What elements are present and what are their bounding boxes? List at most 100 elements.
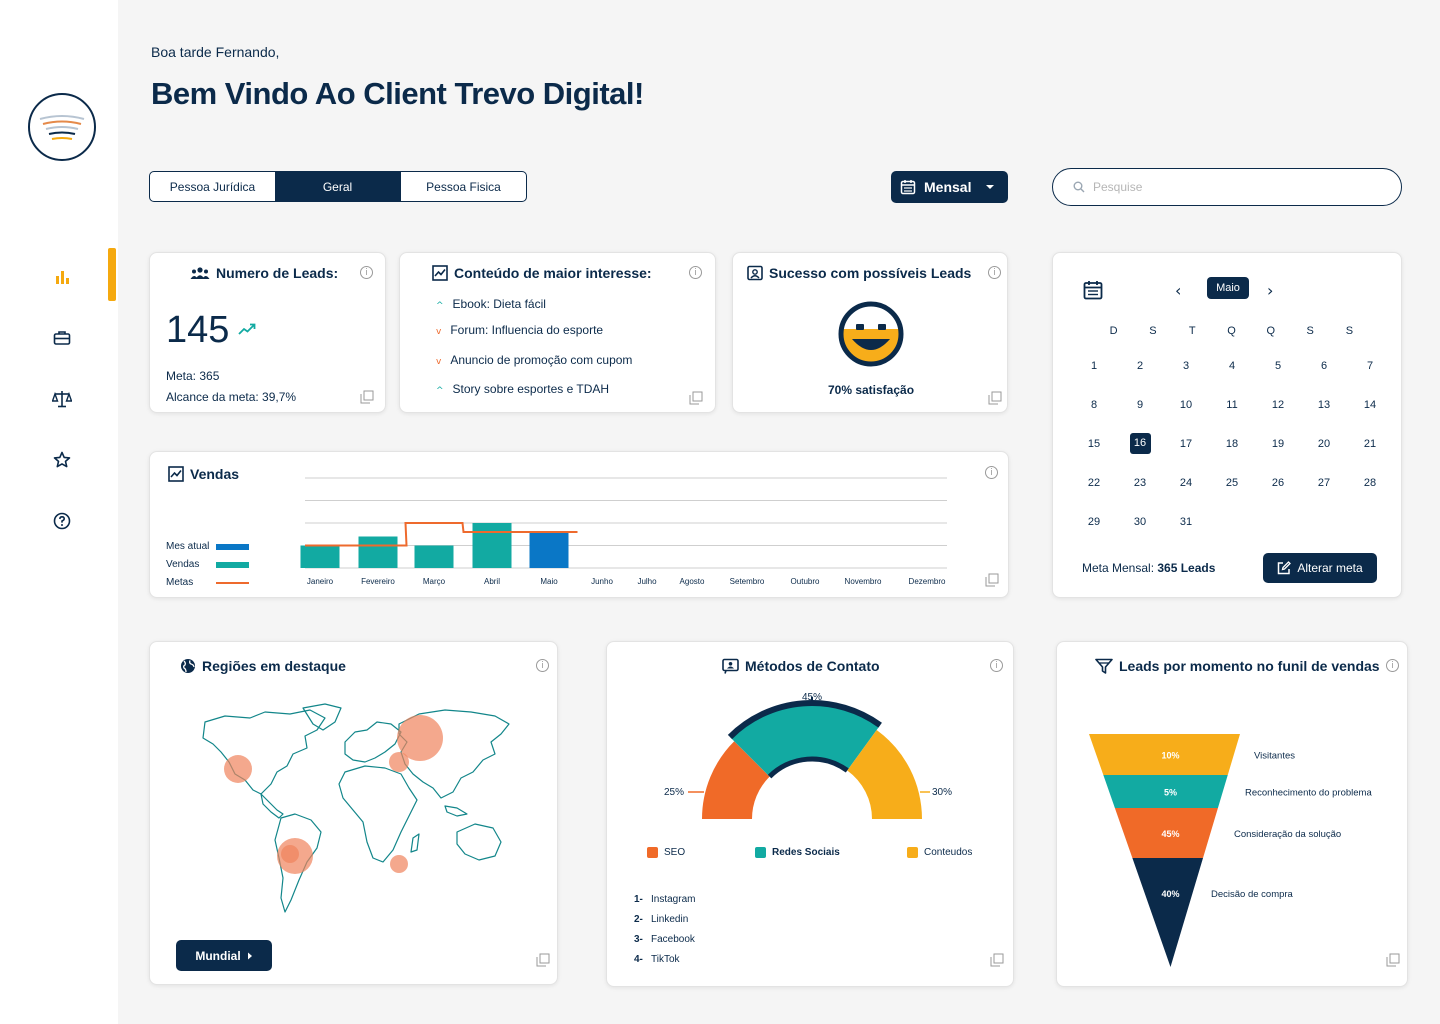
continent-australia [456,823,502,861]
calendar-day[interactable]: 4 [1209,360,1255,372]
calendar-day[interactable]: 18 [1209,438,1255,450]
x-tick-label: Março [423,577,446,586]
info-icon[interactable]: i [988,266,1001,279]
sidebar [0,0,118,1024]
legend-swatch [755,847,766,858]
calendar-day[interactable]: 17 [1163,438,1209,450]
calendar-day[interactable]: 3 [1163,360,1209,372]
chevron-up-icon: ^ [436,386,444,396]
calendar-day[interactable]: 2 [1117,360,1163,372]
copy-icon[interactable] [1386,953,1400,967]
interest-title: Conteúdo de maior interesse: [454,265,652,281]
copy-icon[interactable] [985,573,999,587]
calendar-day[interactable]: 29 [1071,516,1117,528]
calendar-day[interactable]: 24 [1163,477,1209,489]
copy-icon[interactable] [536,953,550,967]
line-chart-icon [432,265,448,281]
calendar-day[interactable]: 26 [1255,477,1301,489]
calendar-day[interactable]: 14 [1347,399,1393,411]
calendar-day[interactable]: 31 [1163,516,1209,528]
calendar-day[interactable]: 19 [1255,438,1301,450]
info-icon[interactable]: i [985,466,998,479]
x-tick-label: Setembro [730,577,765,586]
legend-swatch [907,847,918,858]
info-icon[interactable]: i [990,659,1003,672]
line-chart-icon [168,466,184,482]
calendar-day[interactable]: 8 [1071,399,1117,411]
copy-icon[interactable] [990,953,1004,967]
calendar-day[interactable]: 23 [1117,477,1163,489]
funnel-value-label: 40% [1161,889,1179,899]
caret-down-icon [986,185,995,189]
continent-madagascar [410,833,420,853]
info-icon[interactable]: i [689,266,702,279]
leads-card: Numero de Leads: i 145 Meta: 365 Alcance… [149,252,386,413]
calendar-day[interactable]: 5 [1255,360,1301,372]
success-card: Sucesso com possíveis Leads i 70% satisf… [732,252,1008,413]
calendar-day[interactable]: 6 [1301,360,1347,372]
legend-swatch [216,562,249,568]
calendar-week: 1234567 [1071,346,1401,385]
info-icon[interactable]: i [1386,659,1399,672]
calendar-day[interactable]: 10 [1163,399,1209,411]
funnel-value-label: 5% [1164,788,1177,798]
calendar-day[interactable]: 16 [1117,433,1163,454]
calendar-day[interactable]: 25 [1209,477,1255,489]
page-title: Bem Vindo Ao Client Trevo Digital! [151,76,644,111]
ranking-item: 4- TikTok [634,954,680,965]
contact-gauge-chart: 25% 45% 30% [664,692,952,819]
x-tick-label: Novembro [845,577,882,586]
period-dropdown[interactable]: Mensal [891,171,1008,203]
calendar-day[interactable]: 28 [1347,477,1393,489]
calendar-day[interactable]: 21 [1347,438,1393,450]
help-icon [53,512,71,530]
copy-icon[interactable] [689,391,703,405]
copy-icon[interactable] [360,390,374,404]
calendar-day[interactable]: 9 [1117,399,1163,411]
calendar-day[interactable]: 15 [1071,438,1117,450]
nav-portfolio[interactable] [44,320,80,356]
alterar-meta-button[interactable]: Alterar meta [1263,553,1377,583]
info-icon[interactable]: i [536,659,549,672]
segment-pessoa-fisica[interactable]: Pessoa Fisica [400,172,526,201]
x-tick-label: Janeiro [307,577,334,586]
selected-day: 16 [1129,433,1151,454]
continent-indonesia [444,805,468,817]
nav-dashboard[interactable] [44,259,80,295]
calendar-day[interactable]: 20 [1301,438,1347,450]
calendar-week: 8 9 10 11 12 13 14 [1071,385,1401,424]
globe-icon [181,659,195,673]
segment-geral[interactable]: Geral [275,172,400,201]
calendar-day[interactable]: 22 [1071,477,1117,489]
info-icon[interactable]: i [360,266,373,279]
funnel-category-label: Decisão de compra [1211,889,1294,900]
segment-pessoa-juridica[interactable]: Pessoa Jurídica [150,172,275,201]
logo[interactable] [28,93,96,161]
x-tick-label: Julho [637,577,657,586]
copy-icon[interactable] [988,391,1002,405]
region-bubble [281,845,299,863]
calendar-day[interactable]: 13 [1301,399,1347,411]
leads-value: 145 [166,309,230,351]
calendar-day[interactable]: 27 [1301,477,1347,489]
calendar-day[interactable]: 1 [1071,360,1117,372]
nav-favorites[interactable] [44,442,80,478]
legend-swatch [647,847,658,858]
nav-help[interactable] [44,503,80,539]
funnel-chart: 10% Visitantes 5% Reconhecimento do problem… [1089,734,1372,967]
calendar-day[interactable]: 7 [1347,360,1393,372]
prev-month-button[interactable]: ‹ [1175,281,1181,300]
leads-alcance: Alcance da meta: 39,7% [166,390,297,404]
next-month-button[interactable]: › [1267,281,1273,300]
calendar-day[interactable]: 12 [1255,399,1301,411]
regions-title: Regiões em destaque [202,658,346,674]
nav-balance[interactable] [44,381,80,417]
bar-vendas [300,545,340,568]
mundial-button[interactable]: Mundial [176,940,272,971]
bar-vendas [472,523,512,568]
search-input[interactable] [1093,180,1373,194]
calendar-day[interactable]: 30 [1117,516,1163,528]
calendar-day[interactable]: 11 [1209,399,1255,411]
contact-title: Métodos de Contato [745,658,880,674]
x-tick-label: Junho [591,577,613,586]
